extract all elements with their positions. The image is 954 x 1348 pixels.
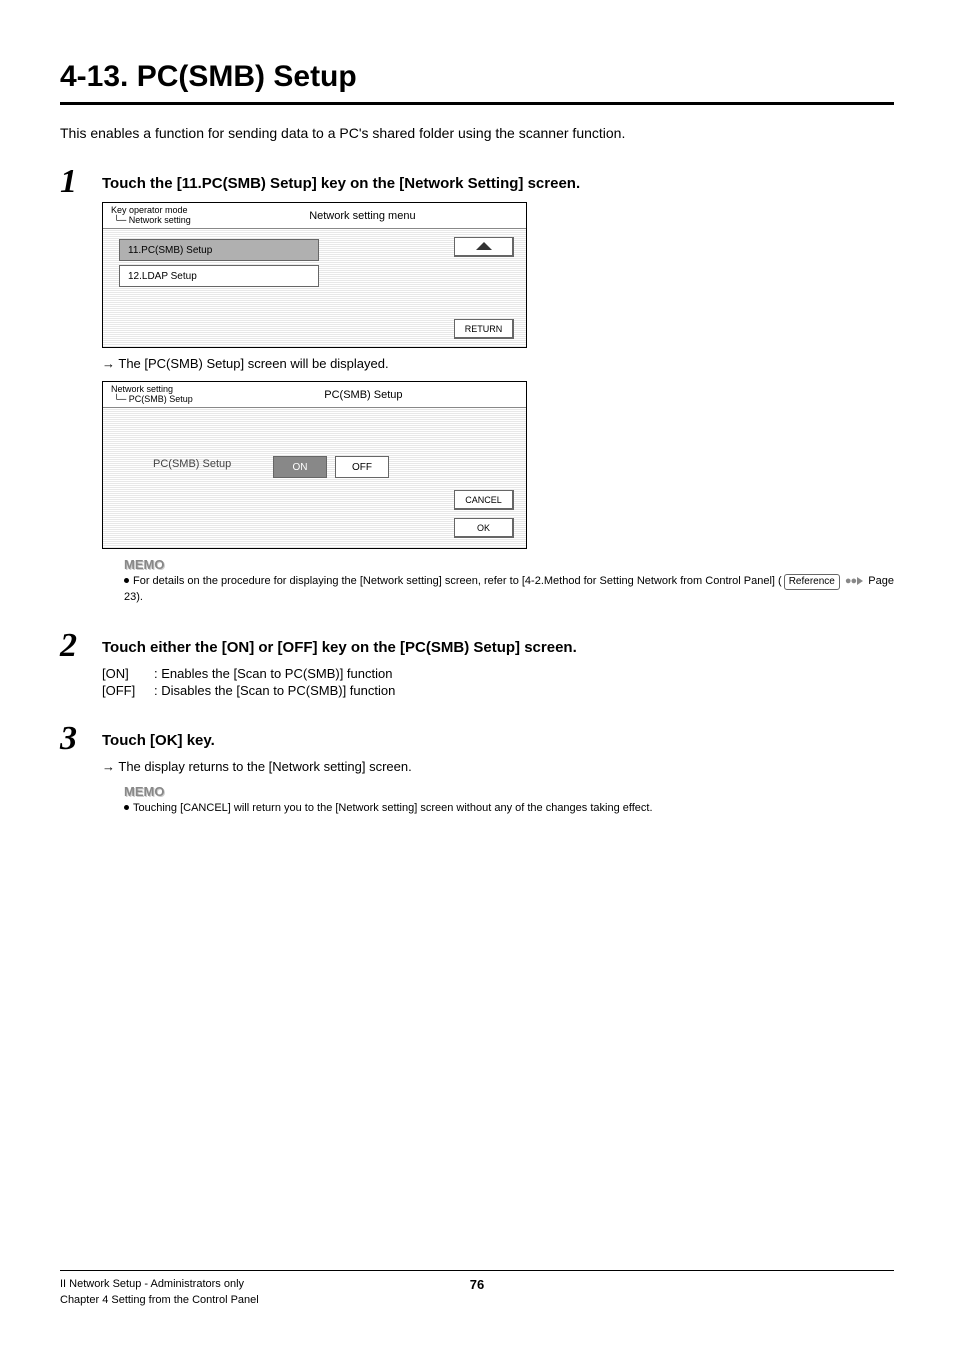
memo-label: MEMO	[124, 557, 894, 572]
off-button[interactable]: OFF	[335, 456, 389, 478]
menu-item-ldap-setup[interactable]: 12.LDAP Setup	[119, 265, 319, 287]
page-footer: II Network Setup - Administrators only C…	[60, 1270, 894, 1308]
definition-list: [ON] : Enables the [Scan to PC(SMB)] fun…	[102, 666, 894, 698]
screenshot-b-body: PC(SMB) Setup ON OFF CANCEL OK	[103, 408, 526, 548]
cancel-button[interactable]: CANCEL	[454, 490, 514, 510]
step-1-memo-text: For details on the procedure for display…	[124, 574, 894, 605]
screenshot-b-header: Network setting └─ PC(SMB) Setup PC(SMB)…	[103, 382, 526, 408]
arrow-icon	[857, 577, 863, 585]
step-3-result: → The display returns to the [Network se…	[102, 759, 894, 774]
step-1-content: Touch the [11.PC(SMB) Setup] key on the …	[102, 165, 894, 609]
screenshot-network-setting-menu: Key operator mode └─ Network setting Net…	[102, 202, 527, 348]
screenshot-a-header: Key operator mode └─ Network setting Net…	[103, 203, 526, 229]
step-1-title: Touch the [11.PC(SMB) Setup] key on the …	[102, 175, 894, 192]
screenshot-a-title: Network setting menu	[199, 210, 526, 222]
memo-label: MEMO	[124, 784, 894, 799]
screenshot-pcsmb-setup: Network setting └─ PC(SMB) Setup PC(SMB)…	[102, 381, 527, 549]
step-3-number: 3	[60, 722, 102, 756]
footer-left: II Network Setup - Administrators only C…	[60, 1277, 259, 1308]
step-3-content: Touch [OK] key. → The display returns to…	[102, 722, 894, 820]
dots-icon: ●●	[845, 575, 856, 587]
memo-text: Touching [CANCEL] will return you to the…	[133, 802, 653, 814]
step-1-number: 1	[60, 165, 102, 199]
home-icon	[476, 242, 492, 250]
memo-text-part1: For details on the procedure for display…	[133, 575, 782, 587]
menu-item-pcsmb-setup[interactable]: 11.PC(SMB) Setup	[119, 239, 319, 261]
step-2-content: Touch either the [ON] or [OFF] key on th…	[102, 629, 894, 712]
off-key: [OFF]	[102, 683, 154, 698]
step-3-memo-text: Touching [CANCEL] will return you to the…	[124, 801, 894, 816]
page-title: 4-13. PC(SMB) Setup	[60, 60, 894, 105]
off-definition: [OFF] : Disables the [Scan to PC(SMB)] f…	[102, 683, 894, 698]
off-value: : Disables the [Scan to PC(SMB)] functio…	[154, 683, 395, 698]
step-3-title: Touch [OK] key.	[102, 732, 894, 749]
ok-button[interactable]: OK	[454, 518, 514, 538]
breadcrumb: Key operator mode └─ Network setting	[103, 203, 199, 229]
pcsmb-setup-label: PC(SMB) Setup	[153, 458, 231, 470]
bullet-icon	[124, 805, 129, 810]
step-1-result: → The [PC(SMB) Setup] screen will be dis…	[102, 356, 894, 371]
breadcrumb: Network setting └─ PC(SMB) Setup	[103, 382, 201, 408]
on-value: : Enables the [Scan to PC(SMB)] function	[154, 666, 392, 681]
home-button[interactable]	[454, 237, 514, 257]
on-definition: [ON] : Enables the [Scan to PC(SMB)] fun…	[102, 666, 894, 681]
bullet-icon	[124, 578, 129, 583]
screenshot-b-title: PC(SMB) Setup	[201, 389, 526, 401]
reference-link[interactable]: Reference	[784, 574, 840, 590]
step-3: 3 Touch [OK] key. → The display returns …	[60, 722, 894, 820]
step-2-title: Touch either the [ON] or [OFF] key on th…	[102, 639, 894, 656]
footer-line1: II Network Setup - Administrators only	[60, 1277, 259, 1292]
on-key: [ON]	[102, 666, 154, 681]
step-2-number: 2	[60, 629, 102, 663]
return-button[interactable]: RETURN	[454, 319, 514, 339]
page-number: 76	[470, 1277, 484, 1292]
step-2: 2 Touch either the [ON] or [OFF] key on …	[60, 629, 894, 712]
on-button[interactable]: ON	[273, 456, 327, 478]
intro-text: This enables a function for sending data…	[60, 125, 894, 141]
screenshot-a-body: 11.PC(SMB) Setup 12.LDAP Setup RETURN	[103, 229, 526, 347]
step-1: 1 Touch the [11.PC(SMB) Setup] key on th…	[60, 165, 894, 609]
footer-line2: Chapter 4 Setting from the Control Panel	[60, 1293, 259, 1308]
